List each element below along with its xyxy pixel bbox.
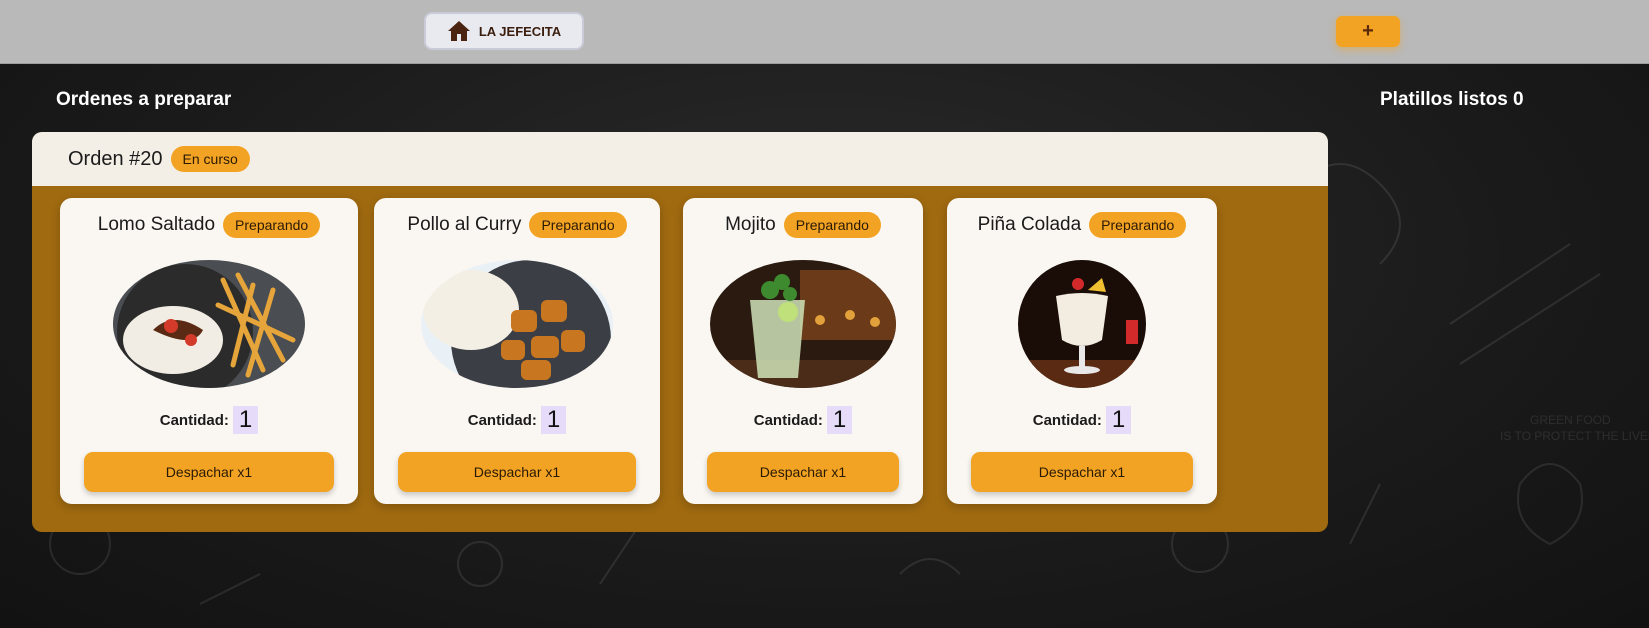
quantity-value: 1: [826, 406, 853, 434]
dish-status-badge: Preparando: [223, 212, 321, 238]
quantity-label: Cantidad:: [1032, 411, 1102, 429]
dispatch-button[interactable]: Despachar x1: [84, 452, 334, 492]
order-status-badge: En curso: [170, 146, 250, 172]
order-panel: Orden #20 En curso Lomo Saltado Preparan…: [32, 132, 1328, 532]
dish-card: Mojito Preparando Cantidad: 1 Despachar …: [683, 198, 923, 504]
home-icon: [447, 21, 470, 41]
order-title: Orden #20: [68, 147, 163, 170]
dish-status-badge: Preparando: [1089, 212, 1187, 238]
dish-image: [710, 260, 896, 388]
dish-name: Piña Colada: [977, 214, 1082, 235]
dish-card: Piña Colada Preparando Cantidad: 1 Despa…: [947, 198, 1217, 504]
dispatch-button[interactable]: Despachar x1: [398, 452, 636, 492]
dish-status-badge: Preparando: [529, 212, 627, 238]
quantity-value: 1: [232, 406, 259, 434]
order-header: Orden #20 En curso: [32, 132, 1328, 186]
dish-card: Lomo Saltado Preparando Cantidad: 1 Desp…: [60, 198, 358, 504]
dish-image: [113, 260, 305, 388]
dispatch-button[interactable]: Despachar x1: [971, 452, 1193, 492]
home-button[interactable]: LA JEFECITA: [424, 12, 584, 50]
quantity-label: Cantidad:: [467, 411, 537, 429]
home-label: LA JEFECITA: [478, 23, 562, 39]
pending-orders-title: Ordenes a preparar: [56, 89, 232, 110]
quantity-value: 1: [1105, 406, 1132, 434]
svg-text:GREEN FOOD: GREEN FOOD: [1530, 413, 1611, 427]
dispatch-button[interactable]: Despachar x1: [707, 452, 899, 492]
dish-card: Pollo al Curry Preparando Cantidad: 1 De…: [374, 198, 660, 504]
quantity-label: Cantidad:: [159, 411, 229, 429]
top-bar: LA JEFECITA +: [0, 0, 1649, 64]
dish-image: [1018, 260, 1146, 388]
dish-name: Lomo Saltado: [97, 214, 216, 235]
quantity-value: 1: [540, 406, 567, 434]
add-button[interactable]: +: [1336, 16, 1400, 47]
svg-text:IS TO PROTECT THE LIVER.: IS TO PROTECT THE LIVER.: [1500, 429, 1649, 443]
dish-status-badge: Preparando: [783, 212, 881, 238]
dish-name: Pollo al Curry: [407, 214, 522, 235]
ready-dishes-title: Platillos listos 0: [1380, 89, 1524, 110]
dish-name: Mojito: [725, 214, 776, 235]
order-items: Lomo Saltado Preparando Cantidad: 1 Desp…: [32, 186, 1328, 532]
dish-image: [421, 260, 613, 388]
quantity-label: Cantidad:: [753, 411, 823, 429]
